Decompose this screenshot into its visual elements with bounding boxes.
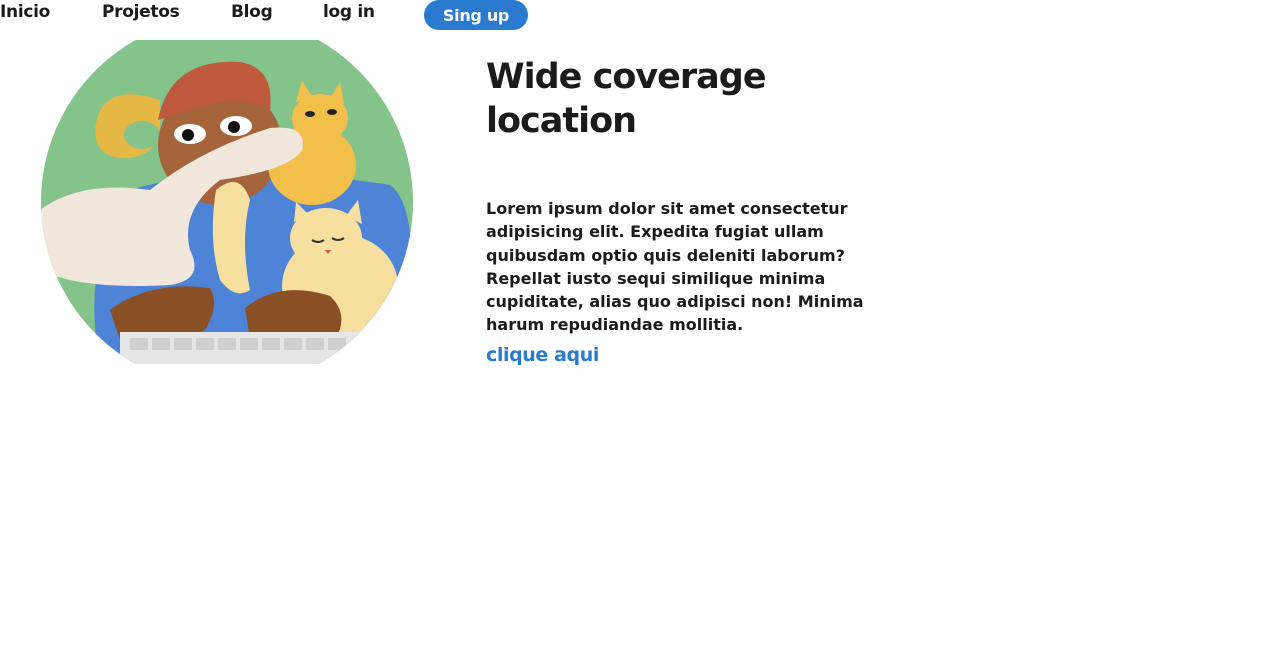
nav-link-login[interactable]: log in <box>323 2 375 22</box>
nav-link-inicio[interactable]: Inicio <box>0 2 50 22</box>
hero-content: Wide coverage location Lorem ipsum dolor… <box>486 55 906 366</box>
cta-link[interactable]: clique aqui <box>486 344 599 366</box>
top-nav: Inicio Projetos Blog log in Sing up <box>0 0 600 30</box>
hero-illustration <box>40 40 414 364</box>
signup-button[interactable]: Sing up <box>424 0 528 30</box>
nav-link-projetos[interactable]: Projetos <box>102 2 180 22</box>
hero-description: Lorem ipsum dolor sit amet consectetur a… <box>486 199 864 335</box>
nav-link-blog[interactable]: Blog <box>231 2 273 22</box>
page-title: Wide coverage location <box>486 57 767 141</box>
